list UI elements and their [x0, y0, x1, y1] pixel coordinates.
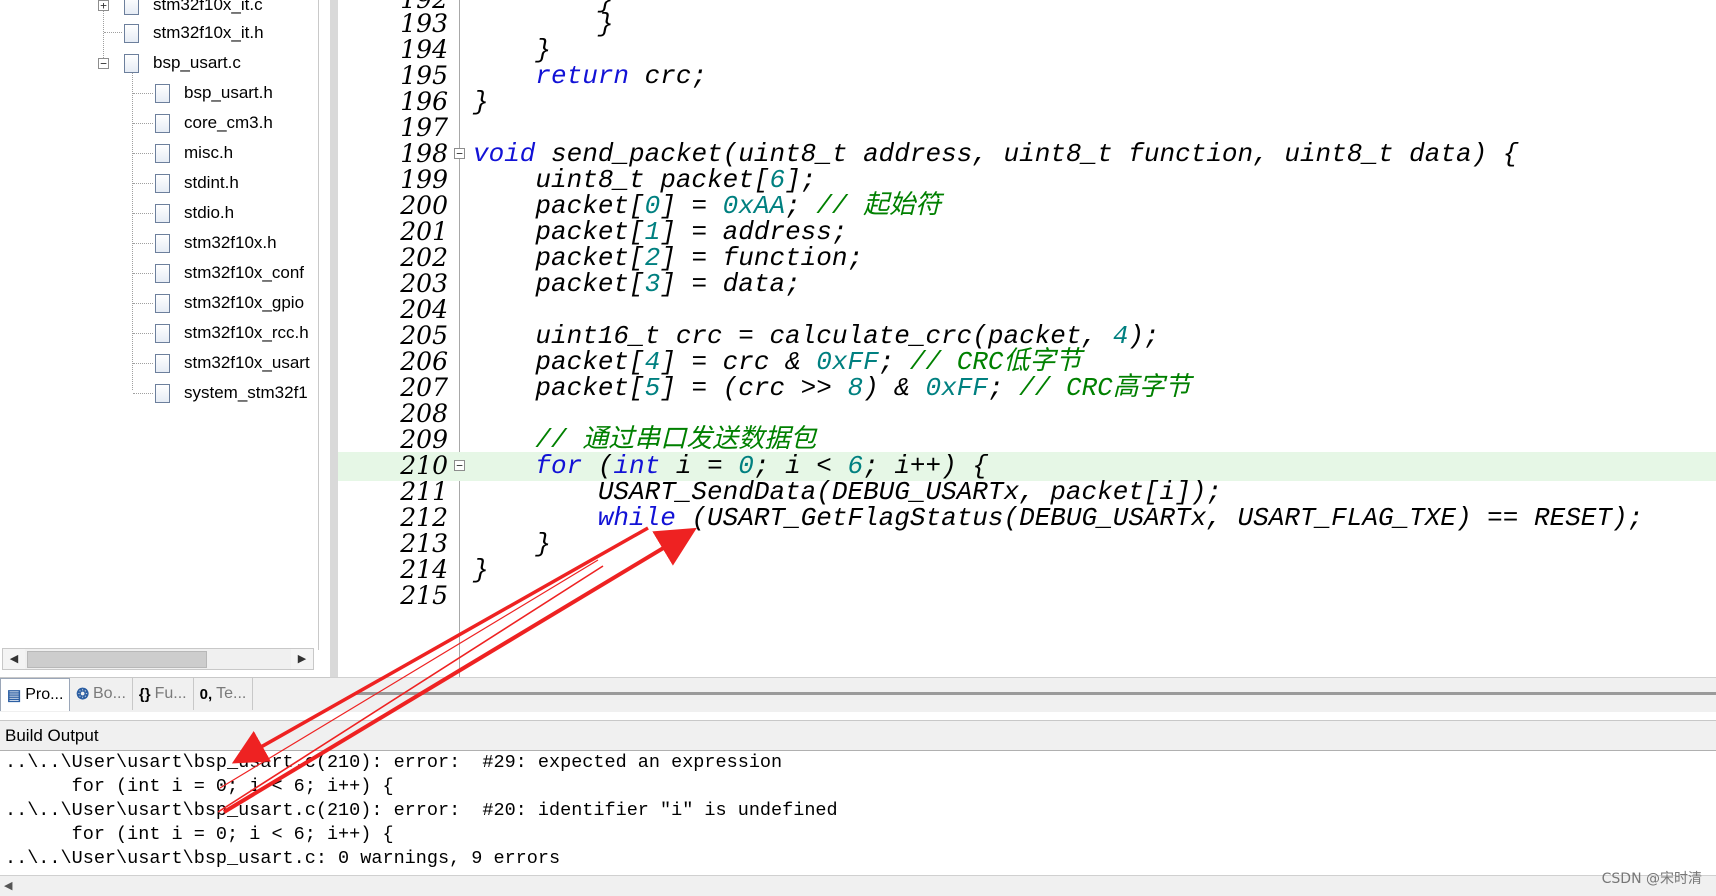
annotation-overlay — [217, 526, 697, 814]
annotation-thin-line — [219, 559, 599, 789]
annotation-arrow-down — [231, 526, 649, 764]
annotation-thin-line — [217, 565, 604, 813]
annotation-arrow-up — [222, 527, 697, 814]
